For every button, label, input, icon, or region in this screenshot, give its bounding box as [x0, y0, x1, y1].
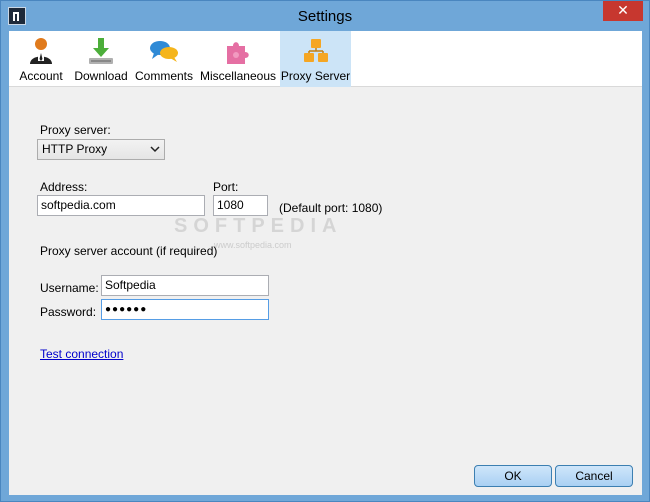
- default-port-note: (Default port: 1080): [279, 201, 383, 215]
- port-input[interactable]: 1080: [213, 195, 268, 216]
- close-button[interactable]: ✕: [603, 1, 643, 21]
- window-title: Settings: [297, 8, 353, 25]
- comments-icon: [150, 41, 178, 62]
- client-area: Account Download Comments Miscellaneous …: [9, 31, 642, 495]
- proxy-type-select[interactable]: HTTP Proxy: [37, 139, 165, 160]
- address-label: Address:: [40, 180, 88, 194]
- settings-toolbar: Account Download Comments Miscellaneous …: [9, 31, 642, 87]
- ok-button[interactable]: OK: [474, 465, 552, 487]
- proxy-server-label: Proxy server:: [40, 123, 111, 137]
- tab-download[interactable]: Download: [71, 31, 131, 87]
- proxy-server-panel: Proxy server: HTTP Proxy Address: softpe…: [9, 87, 642, 495]
- close-icon: ✕: [617, 2, 629, 18]
- softpedia-watermark-url: www.softpedia.com: [214, 240, 292, 250]
- title-bar[interactable]: Settings ✕: [1, 1, 649, 31]
- puzzle-icon: [227, 42, 249, 64]
- tab-label: Comments: [134, 69, 193, 83]
- account-icon: [30, 38, 52, 64]
- tab-label: Download: [74, 69, 128, 83]
- tab-label: Miscellaneous: [199, 69, 277, 83]
- tab-proxy-server[interactable]: Proxy Server: [280, 31, 351, 87]
- tab-comments[interactable]: Comments: [133, 31, 195, 87]
- password-input[interactable]: ●●●●●●: [101, 299, 269, 320]
- proxy-type-value: HTTP Proxy: [42, 142, 108, 156]
- chevron-down-icon: [150, 140, 160, 166]
- address-input[interactable]: softpedia.com: [37, 195, 205, 216]
- tab-miscellaneous[interactable]: Miscellaneous: [199, 31, 277, 87]
- port-label: Port:: [213, 180, 239, 194]
- username-input[interactable]: Softpedia: [101, 275, 269, 296]
- settings-window: Settings ✕ Account Download Comments Mis…: [0, 0, 650, 502]
- softpedia-watermark: SOFTPEDIA: [174, 215, 343, 237]
- proxy-server-icon: [303, 39, 328, 62]
- account-heading: Proxy server account (if required): [40, 244, 218, 258]
- tab-label: Proxy Server: [280, 69, 351, 83]
- test-connection-link[interactable]: Test connection: [40, 347, 123, 361]
- password-label: Password:: [40, 305, 97, 319]
- download-icon: [89, 38, 113, 64]
- tab-account[interactable]: Account: [13, 31, 69, 87]
- username-label: Username:: [40, 281, 99, 295]
- tab-label: Account: [19, 69, 63, 83]
- cancel-button[interactable]: Cancel: [555, 465, 633, 487]
